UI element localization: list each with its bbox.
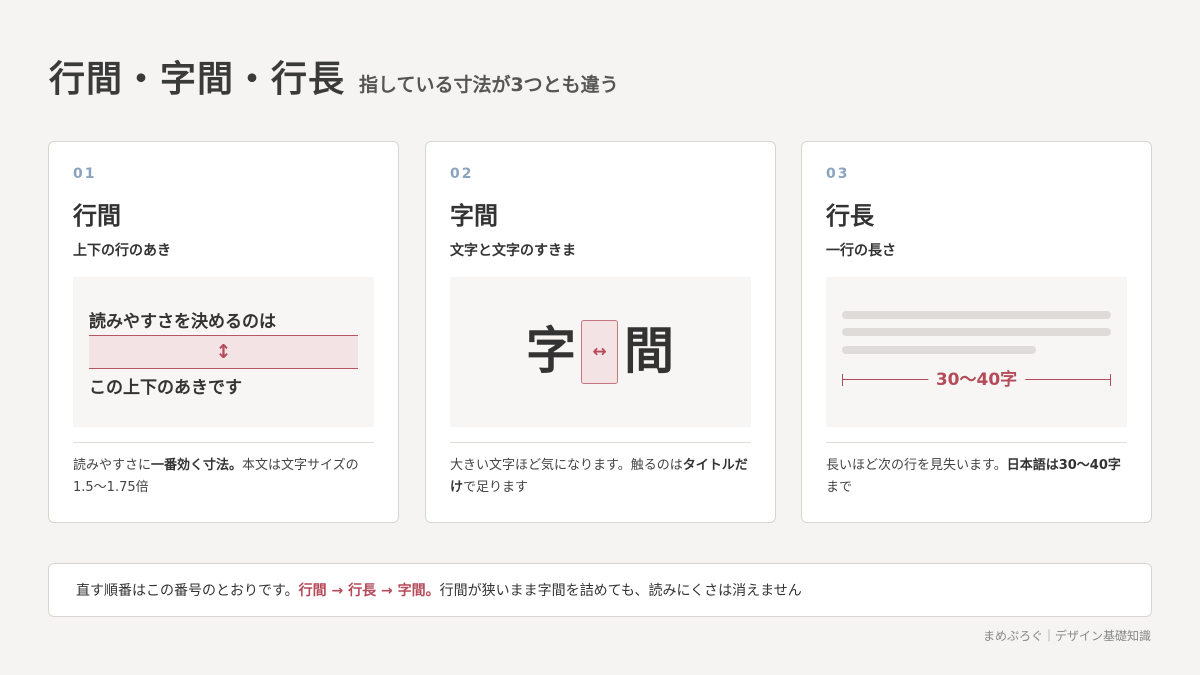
card-divider xyxy=(826,442,1127,443)
card-title: 行間 xyxy=(73,202,121,230)
line-length-illustration: 30〜40字 xyxy=(826,277,1127,427)
card-divider xyxy=(73,442,374,443)
sample-line-top: 読みやすさを決めるのは xyxy=(89,312,276,332)
card-subtitle: 一行の長さ xyxy=(826,243,896,259)
card-description: 長いほど次の行を見失います。日本語は30〜40字まで xyxy=(826,455,1131,499)
text-line-placeholder xyxy=(842,346,1036,354)
letter-gap-box: ↔ xyxy=(581,320,618,384)
vertical-arrow-icon: ↕ xyxy=(215,340,232,363)
letter-spacing-illustration: 字 ↔ 間 xyxy=(450,277,751,427)
desc-emphasis: 日本語は30〜40字 xyxy=(1006,458,1121,473)
card-number: 03 xyxy=(826,166,850,182)
card-description: 大きい文字ほど気になります。触るのはタイトルだけで足ります xyxy=(450,455,755,499)
summary-order: 行間 → 行長 → 字間。 xyxy=(298,583,440,599)
line-spacing-illustration: 読みやすさを決めるのは ↕ この上下のあきです xyxy=(73,277,374,427)
summary-text: 行間が狭いまま字間を詰めても、読みにくさは消えません xyxy=(439,583,802,599)
summary-text: 直す順番はこの番号のとおりです。 xyxy=(76,583,299,599)
card-grid: 01 行間 上下の行のあき 読みやすさを決めるのは ↕ この上下のあきです 読み… xyxy=(48,141,1152,523)
page-header: 行間・字間・行長 指している寸法が3つとも違う xyxy=(49,50,619,102)
card-subtitle: 文字と文字のすきま xyxy=(450,243,576,259)
card-number: 02 xyxy=(450,166,474,182)
page-title: 行間・字間・行長 xyxy=(49,59,346,100)
card-line-spacing: 01 行間 上下の行のあき 読みやすさを決めるのは ↕ この上下のあきです 読み… xyxy=(48,141,399,523)
line-length-measure: 30〜40字 xyxy=(842,368,1111,392)
measure-label: 30〜40字 xyxy=(927,368,1026,392)
page-subtitle: 指している寸法が3つとも違う xyxy=(359,74,619,96)
text-line-placeholder xyxy=(842,311,1111,319)
summary-note: 直す順番はこの番号のとおりです。 行間 → 行長 → 字間。 行間が狭いまま字間を詰… xyxy=(48,563,1152,617)
horizontal-arrow-icon: ↔ xyxy=(592,342,607,362)
desc-emphasis: 一番効く寸法。 xyxy=(151,458,243,473)
desc-text: 長いほど次の行を見失います。 xyxy=(826,458,1007,473)
card-number: 01 xyxy=(73,166,97,182)
sample-line-bottom: この上下のあきです xyxy=(89,378,242,398)
measure-tick-right xyxy=(1110,374,1111,386)
sample-char-left: 字 xyxy=(526,322,576,380)
card-subtitle: 上下の行のあき xyxy=(73,243,171,259)
card-line-length: 03 行長 一行の長さ 30〜40字 長いほど次の行を見失います。日本語は30〜… xyxy=(801,141,1152,523)
line-gap-band: ↕ xyxy=(89,335,358,369)
text-line-placeholder xyxy=(842,328,1111,336)
measure-tick-left xyxy=(842,374,843,386)
desc-text: 読みやすさに xyxy=(73,458,152,473)
desc-text: 大きい文字ほど気になります。触るのは xyxy=(450,458,683,473)
desc-text: まで xyxy=(826,480,853,495)
sample-char-right: 間 xyxy=(624,322,674,380)
card-description: 読みやすさに一番効く寸法。本文は文字サイズの1.5〜1.75倍 xyxy=(73,455,378,499)
card-title: 字間 xyxy=(450,202,498,230)
card-divider xyxy=(450,442,751,443)
card-letter-spacing: 02 字間 文字と文字のすきま 字 ↔ 間 大きい文字ほど気になります。触るのは… xyxy=(425,141,776,523)
card-title: 行長 xyxy=(826,202,874,230)
credit: まめぷろぐ｜デザイン基礎知識 xyxy=(982,629,1151,643)
desc-text: で足ります xyxy=(463,480,529,495)
